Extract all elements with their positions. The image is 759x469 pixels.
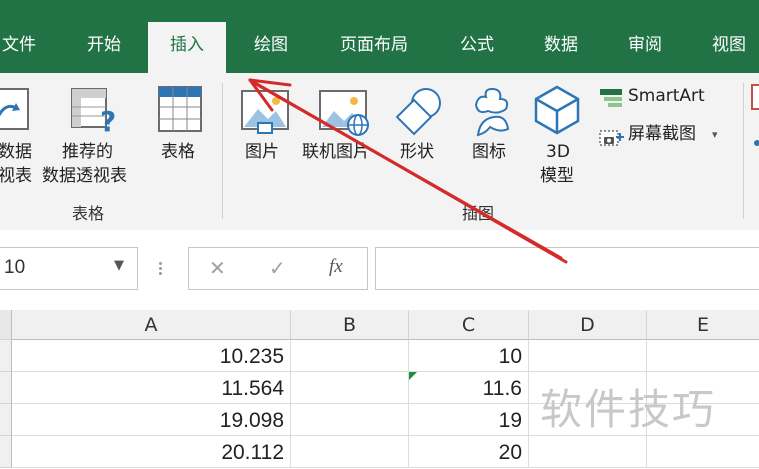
annotation-arrow: [248, 78, 568, 264]
